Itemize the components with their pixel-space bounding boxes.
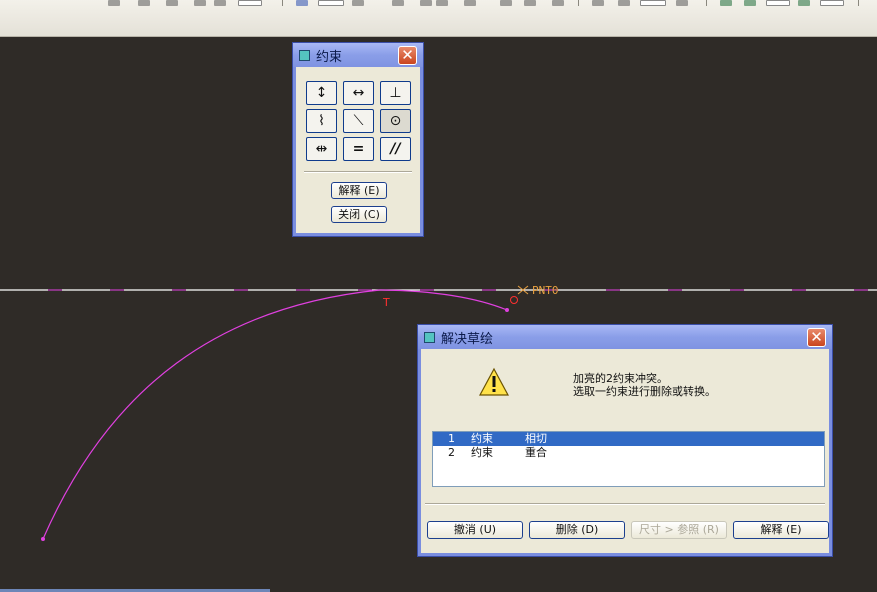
toolbar-icon[interactable] bbox=[108, 0, 120, 6]
toolbar-separator bbox=[282, 0, 283, 6]
message-line-2: 选取一约束进行删除或转换。 bbox=[573, 385, 716, 398]
toolbar-icon[interactable] bbox=[238, 0, 262, 6]
conflict-list[interactable]: 1 约束 相切 2 约束 重合 bbox=[432, 431, 825, 487]
toolbar-icon[interactable] bbox=[798, 0, 810, 6]
toolbar-icon[interactable] bbox=[296, 0, 308, 6]
explain-button[interactable]: 解释 (E) bbox=[331, 182, 387, 199]
equal-constraint-button[interactable]: = bbox=[343, 137, 374, 161]
close-icon[interactable]: ✕ bbox=[398, 45, 417, 65]
toolbar-icon[interactable] bbox=[592, 0, 604, 6]
list-item[interactable]: 2 约束 重合 bbox=[433, 446, 824, 460]
resolve-titlebar[interactable]: 解决草绘 ✕ bbox=[418, 325, 832, 349]
toolbar-icon[interactable] bbox=[318, 0, 344, 6]
horizontal-constraint-button[interactable]: ↔ bbox=[343, 81, 374, 105]
arc-endpoint[interactable] bbox=[41, 537, 45, 541]
perpendicular-constraint-button[interactable]: ⊥ bbox=[380, 81, 411, 105]
toolbar-icon[interactable] bbox=[552, 0, 564, 6]
toolbar-icon[interactable] bbox=[744, 0, 756, 6]
toolbar-icon[interactable] bbox=[392, 0, 404, 6]
row-type: 约束 bbox=[471, 432, 493, 445]
toolbar-separator bbox=[706, 0, 707, 6]
resolve-sketch-dialog: 解决草绘 ✕ 加亮的2约束冲突。 选取一约束进行删除或转换。 1 约束 相切 2… bbox=[418, 325, 832, 556]
dim-to-reference-button[interactable]: 尺寸 > 参照 (R) bbox=[631, 521, 727, 539]
warning-icon bbox=[478, 367, 510, 396]
divider bbox=[425, 503, 825, 505]
toolbar-icon[interactable] bbox=[820, 0, 844, 6]
toolbar-icon[interactable] bbox=[194, 0, 206, 6]
window-icon bbox=[424, 331, 435, 343]
undo-button[interactable]: 撤消 (U) bbox=[427, 521, 523, 539]
toolbar-icon[interactable] bbox=[500, 0, 512, 6]
toolbar-icon[interactable] bbox=[352, 0, 364, 6]
row-desc: 相切 bbox=[525, 432, 547, 445]
sketch-arc-small[interactable] bbox=[379, 289, 508, 311]
row-desc: 重合 bbox=[525, 446, 547, 459]
list-item[interactable]: 1 约束 相切 bbox=[433, 432, 824, 446]
toolbar-icon[interactable] bbox=[524, 0, 536, 6]
close-button[interactable]: 关闭 (C) bbox=[331, 206, 387, 223]
point-on-line-constraint-button[interactable]: ⟍ bbox=[343, 109, 374, 133]
tangent-constraint-button[interactable]: ⌇ bbox=[306, 109, 337, 133]
parallel-constraint-button[interactable]: // bbox=[380, 137, 411, 161]
row-type: 约束 bbox=[471, 446, 493, 459]
datum-point-label: PNT0 bbox=[532, 284, 559, 297]
explain-button[interactable]: 解释 (E) bbox=[733, 521, 829, 539]
row-index: 2 bbox=[448, 446, 455, 459]
constraints-title: 约束 bbox=[316, 49, 343, 65]
constraints-titlebar[interactable]: 约束 ✕ bbox=[293, 43, 423, 67]
resolve-title: 解决草绘 bbox=[441, 331, 494, 347]
toolbar-icon[interactable] bbox=[618, 0, 630, 6]
symmetric-constraint-button[interactable]: ⇹ bbox=[306, 137, 337, 161]
toolbar-icon[interactable] bbox=[166, 0, 178, 6]
toolbar-icon[interactable] bbox=[138, 0, 150, 6]
row-index: 1 bbox=[448, 432, 455, 445]
top-toolbar bbox=[0, 0, 877, 37]
close-icon[interactable]: ✕ bbox=[807, 327, 826, 347]
toolbar-icon[interactable] bbox=[640, 0, 666, 6]
window-icon bbox=[299, 49, 310, 61]
coincident-constraint-button[interactable]: ⊙ bbox=[380, 109, 411, 133]
divider bbox=[304, 171, 412, 173]
vertical-constraint-button[interactable]: ↕ bbox=[306, 81, 337, 105]
toolbar-icon[interactable] bbox=[214, 0, 226, 6]
toolbar-icon[interactable] bbox=[720, 0, 732, 6]
constraints-dialog: 约束 ✕ ↕ ↔ ⊥ ⌇ ⟍ ⊙ ⇹ = // 解释 (E) 关闭 (C) bbox=[293, 43, 423, 236]
sketch-arc[interactable] bbox=[42, 289, 381, 540]
toolbar-icon[interactable] bbox=[464, 0, 476, 6]
tangent-marker: T bbox=[382, 296, 390, 309]
delete-button[interactable]: 删除 (D) bbox=[529, 521, 625, 539]
arc-endpoint[interactable] bbox=[505, 308, 509, 312]
toolbar-icon[interactable] bbox=[676, 0, 688, 6]
toolbar-separator bbox=[578, 0, 579, 6]
coincident-marker bbox=[510, 296, 518, 304]
toolbar-icon[interactable] bbox=[420, 0, 432, 6]
toolbar-icon[interactable] bbox=[766, 0, 790, 6]
toolbar-separator bbox=[858, 0, 859, 6]
toolbar-icon[interactable] bbox=[436, 0, 448, 6]
